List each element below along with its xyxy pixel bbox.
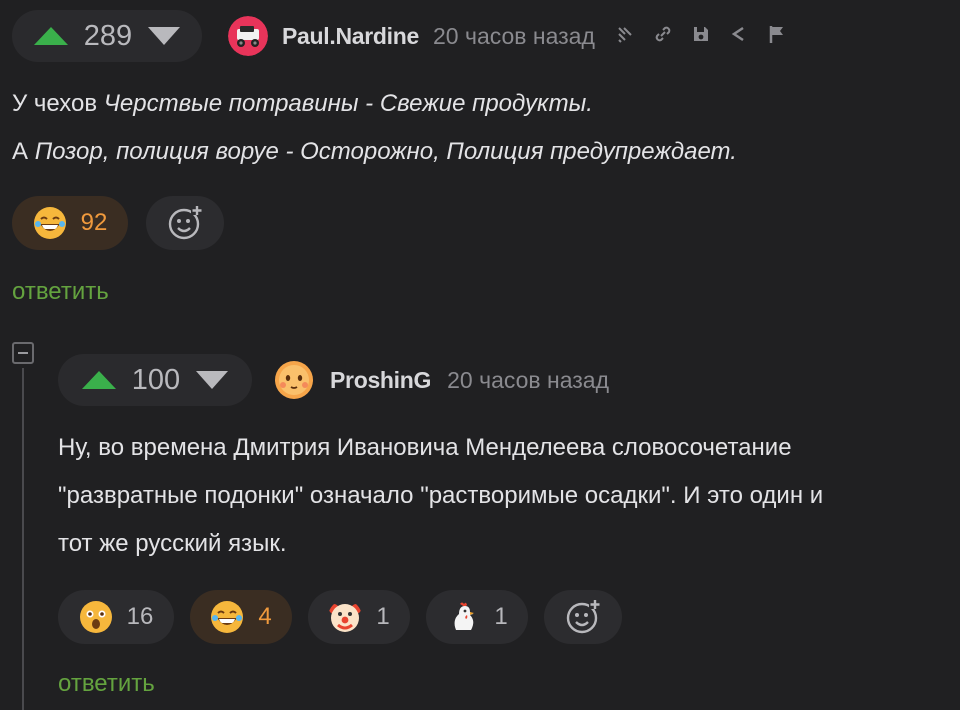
- add-reaction-button[interactable]: [146, 196, 224, 250]
- comment-time[interactable]: 20 часов назад: [447, 367, 609, 394]
- reaction-count: 16: [126, 603, 154, 630]
- comment-header: 289 Paul.Nardine 20 часов назад: [12, 10, 787, 62]
- chicken-emoji-icon: [454, 602, 475, 630]
- comment-line: Ну, во времена Дмитрия Ивановича Менделе…: [58, 434, 792, 461]
- reaction-laughing[interactable]: 92: [12, 196, 128, 250]
- comment-header: 100 ProshinG 20 часов назад: [58, 354, 609, 406]
- laughing-emoji-icon: [211, 601, 244, 633]
- vote-widget: 289: [12, 10, 202, 62]
- link-icon[interactable]: [653, 24, 673, 49]
- reaction-clown[interactable]: 1: [308, 590, 410, 644]
- reaction-count: 1: [494, 603, 508, 630]
- comment-body: Ну, во времена Дмитрия Ивановича Менделе…: [58, 424, 823, 568]
- reaction-count: 1: [376, 603, 390, 630]
- vote-widget: 100: [58, 354, 252, 406]
- add-reaction-button[interactable]: [544, 590, 622, 644]
- upvote-arrow-icon[interactable]: [34, 27, 68, 45]
- thread-line[interactable]: [22, 368, 24, 710]
- downvote-arrow-icon[interactable]: [147, 27, 180, 45]
- reactions-bar: 92: [12, 196, 224, 250]
- author-name[interactable]: ProshinG: [330, 367, 431, 394]
- reaction-count: 92: [80, 209, 108, 236]
- report-flag-icon[interactable]: [767, 24, 787, 49]
- comment-line: "развратные подонки" означало "растворим…: [58, 482, 824, 509]
- comment-time[interactable]: 20 часов назад: [433, 23, 595, 50]
- downvote-arrow-icon[interactable]: [195, 371, 228, 389]
- save-icon[interactable]: [691, 24, 711, 49]
- branch-icon[interactable]: [615, 24, 635, 49]
- comment-line: У чехов Черствые потравины - Свежие прод…: [12, 90, 593, 117]
- comment-line: тот же русский язык.: [58, 530, 287, 557]
- add-emoji-icon: [566, 599, 601, 634]
- rating-count: 289: [83, 19, 133, 52]
- reaction-chicken[interactable]: 1: [426, 590, 528, 644]
- reactions-bar: 16 4 1 1: [58, 590, 622, 644]
- reaction-shocked[interactable]: 16: [58, 590, 174, 644]
- share-icon[interactable]: [729, 24, 749, 49]
- upvote-arrow-icon[interactable]: [82, 371, 116, 389]
- avatar[interactable]: [274, 360, 314, 400]
- reaction-laughing[interactable]: 4: [190, 590, 292, 644]
- comment-body: У чехов Черствые потравины - Свежие прод…: [12, 80, 737, 176]
- reply-link[interactable]: ответить: [58, 670, 155, 698]
- add-emoji-icon: [168, 205, 203, 240]
- avatar[interactable]: [228, 16, 268, 56]
- shocked-emoji-icon: [79, 601, 112, 633]
- reaction-count: 4: [258, 603, 272, 630]
- reply-link[interactable]: ответить: [12, 278, 109, 306]
- comment-line: А Позор, полиция воруе - Осторожно, Поли…: [12, 138, 737, 165]
- author-name[interactable]: Paul.Nardine: [282, 23, 419, 50]
- collapse-thread-button[interactable]: [12, 342, 34, 364]
- clown-emoji-icon: [329, 604, 362, 632]
- rating-count: 100: [131, 363, 181, 396]
- laughing-emoji-icon: [33, 207, 66, 239]
